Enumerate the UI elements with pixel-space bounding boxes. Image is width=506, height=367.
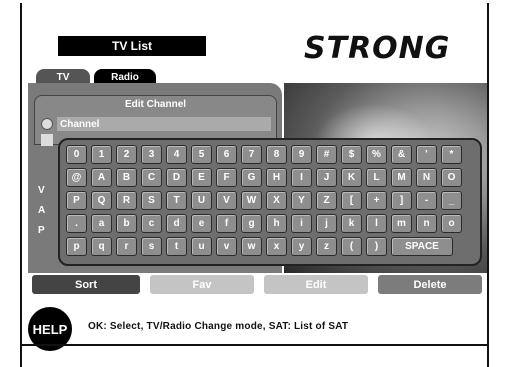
keyboard-key[interactable]: E — [191, 168, 212, 187]
keyboard-key[interactable]: L — [366, 168, 387, 187]
keyboard-key[interactable]: % — [366, 145, 387, 164]
keyboard-key[interactable]: F — [216, 168, 237, 187]
keyboard-key[interactable]: u — [191, 237, 212, 256]
keyboard-key[interactable]: I — [291, 168, 312, 187]
keyboard-key[interactable]: 6 — [216, 145, 237, 164]
keyboard-key[interactable]: d — [166, 214, 187, 233]
keyboard-key[interactable]: $ — [341, 145, 362, 164]
page-title: TV List — [58, 36, 206, 56]
keyboard-key[interactable]: w — [241, 237, 262, 256]
keyboard-key[interactable]: K — [341, 168, 362, 187]
keyboard-key[interactable]: t — [166, 237, 187, 256]
keyboard-key[interactable]: h — [266, 214, 287, 233]
keyboard-key[interactable]: A — [91, 168, 112, 187]
channel-name-field[interactable]: Channel — [57, 117, 271, 131]
keyboard-key[interactable]: + — [366, 191, 387, 210]
keyboard-key[interactable]: O — [441, 168, 462, 187]
keyboard-key[interactable]: W — [241, 191, 262, 210]
list-square-icon — [41, 134, 53, 146]
keyboard-key[interactable]: P — [66, 191, 87, 210]
keyboard-key[interactable]: T — [166, 191, 187, 210]
keyboard-key[interactable]: e — [191, 214, 212, 233]
keyboard-key[interactable]: B — [116, 168, 137, 187]
delete-button[interactable]: Delete — [378, 275, 482, 294]
keyboard-key[interactable]: 4 — [166, 145, 187, 164]
help-text: OK: Select, TV/Radio Change mode, SAT: L… — [88, 321, 349, 332]
brand-logo: STRONG — [304, 31, 451, 66]
keyboard-row: 0 1 2 3 4 5 6 7 8 9 # $% & ' * — [66, 145, 474, 164]
keyboard-key[interactable]: 3 — [141, 145, 162, 164]
keyboard-key[interactable]: 7 — [241, 145, 262, 164]
keyboard-key[interactable]: z — [316, 237, 337, 256]
keyboard-key[interactable]: N — [416, 168, 437, 187]
keyboard-key[interactable]: i — [291, 214, 312, 233]
keyboard-key[interactable]: n — [416, 214, 437, 233]
space-key[interactable]: SPACE — [391, 237, 453, 256]
keyboard-row: P Q R S T U V W X Y Z[+] - _ — [66, 191, 474, 210]
keyboard-key[interactable]: r — [116, 237, 137, 256]
keyboard-key[interactable]: S — [141, 191, 162, 210]
tv-list-screen: TV List STRONG TV Radio V A P Edit Chann… — [20, 3, 489, 367]
keyboard-key[interactable]: 0 — [66, 145, 87, 164]
virtual-keyboard: 0 1 2 3 4 5 6 7 8 9 # $% & ' * @ A B C D E F G H I J K L M N O P Q R S T U V W… — [58, 138, 482, 266]
keyboard-key[interactable]: s — [141, 237, 162, 256]
keyboard-row: @ A B C D E F G H I J K L M N O — [66, 168, 474, 187]
keyboard-key[interactable]: U — [191, 191, 212, 210]
keyboard-key[interactable]: k — [341, 214, 362, 233]
keyboard-key[interactable]: * — [441, 145, 462, 164]
keyboard-key[interactable]: q — [91, 237, 112, 256]
keyboard-key[interactable]: Z — [316, 191, 337, 210]
keyboard-key[interactable]: m — [391, 214, 412, 233]
keyboard-key[interactable]: & — [391, 145, 412, 164]
dialog-title: Edit Channel — [124, 99, 187, 110]
keyboard-key[interactable]: ( — [341, 237, 362, 256]
keyboard-key[interactable]: ' — [416, 145, 437, 164]
keyboard-key[interactable]: D — [166, 168, 187, 187]
keyboard-key[interactable]: 8 — [266, 145, 287, 164]
tab-tv[interactable]: TV — [36, 69, 90, 84]
keyboard-key[interactable]: Y — [291, 191, 312, 210]
keyboard-key[interactable]: R — [116, 191, 137, 210]
keyboard-key[interactable]: Q — [91, 191, 112, 210]
keyboard-key[interactable]: V — [216, 191, 237, 210]
keyboard-key[interactable]: . — [66, 214, 87, 233]
keyboard-row: p q r s t u v w x y z() SPACE — [66, 237, 474, 256]
keyboard-key[interactable]: v — [216, 237, 237, 256]
keyboard-key[interactable]: ] — [391, 191, 412, 210]
keyboard-key[interactable]: 9 — [291, 145, 312, 164]
keyboard-key[interactable]: _ — [441, 191, 462, 210]
keyboard-key[interactable]: 5 — [191, 145, 212, 164]
keyboard-key[interactable]: a — [91, 214, 112, 233]
sort-button[interactable]: Sort — [32, 275, 140, 294]
keyboard-key[interactable]: ) — [366, 237, 387, 256]
keyboard-key[interactable]: c — [141, 214, 162, 233]
keyboard-key[interactable]: 1 — [91, 145, 112, 164]
keyboard-key[interactable]: o — [441, 214, 462, 233]
keyboard-key[interactable]: j — [316, 214, 337, 233]
fav-button[interactable]: Fav — [150, 275, 254, 294]
keyboard-key[interactable]: x — [266, 237, 287, 256]
keyboard-key[interactable]: H — [266, 168, 287, 187]
tab-radio[interactable]: Radio — [94, 69, 156, 84]
keyboard-key[interactable]: b — [116, 214, 137, 233]
keyboard-key[interactable]: X — [266, 191, 287, 210]
keyboard-key[interactable]: y — [291, 237, 312, 256]
keyboard-key[interactable]: f — [216, 214, 237, 233]
keyboard-key[interactable]: l — [366, 214, 387, 233]
keyboard-row: .abcdefghijklmno — [66, 214, 474, 233]
divider — [22, 344, 487, 346]
keyboard-key[interactable]: G — [241, 168, 262, 187]
radio-dot-icon — [41, 118, 53, 130]
keyboard-key[interactable]: @ — [66, 168, 87, 187]
keyboard-key[interactable]: - — [416, 191, 437, 210]
keyboard-key[interactable]: [ — [341, 191, 362, 210]
edit-button[interactable]: Edit — [264, 275, 368, 294]
keyboard-key[interactable]: M — [391, 168, 412, 187]
keyboard-key[interactable]: J — [316, 168, 337, 187]
keyboard-key[interactable]: C — [141, 168, 162, 187]
keyboard-key[interactable]: 2 — [116, 145, 137, 164]
keyboard-key[interactable]: # — [316, 145, 337, 164]
keyboard-key[interactable]: g — [241, 214, 262, 233]
keyboard-key[interactable]: p — [66, 237, 87, 256]
